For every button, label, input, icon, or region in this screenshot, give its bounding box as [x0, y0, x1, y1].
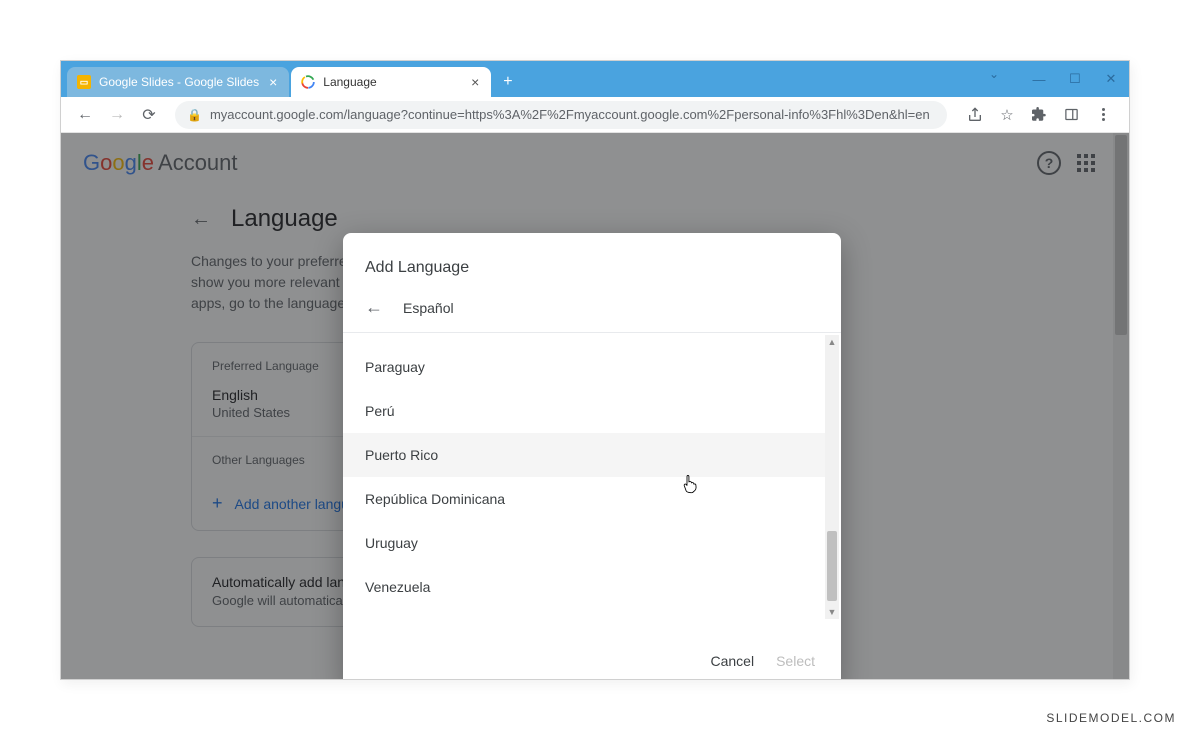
- window-controls: — ☐ ✕: [1021, 61, 1129, 97]
- chrome-menu-button[interactable]: [1093, 105, 1113, 125]
- content-area: Google Account ? ← Language Changes to y…: [61, 133, 1129, 679]
- toolbar-actions: ☆: [959, 105, 1119, 125]
- back-button[interactable]: ←: [71, 101, 99, 129]
- scrollbar-thumb[interactable]: [827, 531, 837, 601]
- browser-tab-language[interactable]: Language ×: [291, 67, 491, 97]
- address-bar[interactable]: 🔒 myaccount.google.com/language?continue…: [175, 101, 947, 129]
- tab-strip: ▭ Google Slides - Google Slides × Langua…: [61, 61, 523, 97]
- maximize-button[interactable]: ☐: [1057, 65, 1093, 93]
- scroll-down-icon[interactable]: ▼: [825, 607, 839, 617]
- close-window-button[interactable]: ✕: [1093, 65, 1129, 93]
- dialog-actions: Cancel Select: [343, 621, 841, 673]
- google-favicon-icon: [301, 75, 315, 89]
- forward-button[interactable]: →: [103, 101, 131, 129]
- close-icon[interactable]: ×: [469, 74, 481, 90]
- new-tab-button[interactable]: +: [493, 73, 522, 97]
- sidepanel-icon[interactable]: [1061, 105, 1081, 125]
- browser-tab-slides[interactable]: ▭ Google Slides - Google Slides ×: [67, 67, 289, 97]
- url-text: myaccount.google.com/language?continue=h…: [210, 107, 935, 122]
- dialog-scrollbar[interactable]: ▲ ▼: [825, 335, 839, 619]
- region-item-peru[interactable]: Perú: [343, 389, 835, 433]
- add-language-dialog: Add Language ← Español Paraguay Perú Pue…: [343, 233, 841, 679]
- dialog-language-header: ← Español: [343, 297, 841, 333]
- select-button: Select: [776, 653, 815, 669]
- watermark: SLIDEMODEL.COM: [1046, 711, 1176, 725]
- browser-toolbar: ← → ⟳ 🔒 myaccount.google.com/language?co…: [61, 97, 1129, 133]
- slides-icon: ▭: [77, 75, 91, 89]
- region-item-paraguay[interactable]: Paraguay: [343, 345, 835, 389]
- lock-icon: 🔒: [187, 108, 202, 122]
- close-icon[interactable]: ×: [267, 74, 279, 90]
- share-icon[interactable]: [965, 105, 985, 125]
- region-item-venezuela[interactable]: Venezuela: [343, 565, 835, 609]
- bookmark-star-icon[interactable]: ☆: [997, 105, 1017, 125]
- region-item-uruguay[interactable]: Uruguay: [343, 521, 835, 565]
- reload-button[interactable]: ⟳: [135, 101, 163, 129]
- selected-language-name: Español: [403, 300, 454, 316]
- window-titlebar: ▭ Google Slides - Google Slides × Langua…: [61, 61, 1129, 97]
- extensions-icon[interactable]: [1029, 105, 1049, 125]
- browser-window: ▭ Google Slides - Google Slides × Langua…: [60, 60, 1130, 680]
- region-item-republica-dominicana[interactable]: República Dominicana: [343, 477, 835, 521]
- cancel-button[interactable]: Cancel: [710, 653, 754, 669]
- dialog-title: Add Language: [343, 259, 841, 297]
- chevron-down-icon[interactable]: ⌄: [989, 67, 999, 81]
- tab-title: Google Slides - Google Slides: [99, 75, 259, 89]
- tab-title: Language: [323, 75, 461, 89]
- region-item-puerto-rico[interactable]: Puerto Rico: [343, 433, 835, 477]
- scroll-up-icon[interactable]: ▲: [825, 337, 839, 347]
- minimize-button[interactable]: —: [1021, 65, 1057, 93]
- back-arrow-icon[interactable]: ←: [365, 297, 383, 318]
- region-list[interactable]: Paraguay Perú Puerto Rico República Domi…: [343, 333, 841, 621]
